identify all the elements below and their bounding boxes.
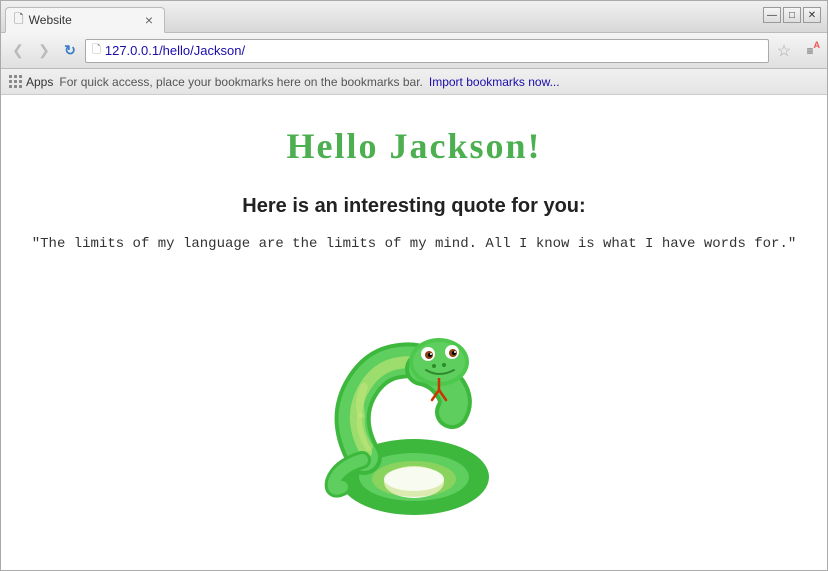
address-url: 127.0.0.1/hello/Jackson/: [105, 43, 245, 58]
page-icon: 🗋: [92, 41, 101, 60]
bookmark-button[interactable]: ☆: [773, 40, 795, 62]
bookmarks-bar: Apps For quick access, place your bookma…: [1, 69, 827, 95]
quote-intro: Here is an interesting quote for you:: [242, 195, 585, 218]
maximize-button[interactable]: □: [783, 7, 801, 23]
page-content: Hello Jackson! Here is an interesting qu…: [1, 95, 827, 570]
tab-close-button[interactable]: ×: [142, 13, 156, 27]
hello-heading: Hello Jackson!: [286, 125, 541, 167]
star-icon: ☆: [777, 41, 791, 61]
apps-grid-icon: [9, 75, 23, 89]
chrome-menu-button[interactable]: ≡ A: [799, 40, 821, 62]
snake-image: [304, 282, 524, 522]
forward-icon: ❯: [38, 42, 50, 59]
window-controls: — □ ✕: [763, 7, 821, 23]
back-button[interactable]: ❮: [7, 40, 29, 62]
apps-label: Apps: [26, 75, 53, 89]
minimize-button[interactable]: —: [763, 7, 781, 23]
refresh-button[interactable]: ↻: [59, 40, 81, 62]
browser-window: 🗋 Website × — □ ✕ ❮ ❯ ↻ 🗋 127.0.0.1/hell…: [0, 0, 828, 571]
bookmarks-hint: For quick access, place your bookmarks h…: [59, 75, 423, 89]
forward-button[interactable]: ❯: [33, 40, 55, 62]
apps-button[interactable]: Apps: [9, 75, 53, 89]
tab-title: Website: [29, 13, 136, 27]
import-bookmarks-link[interactable]: Import bookmarks now...: [429, 75, 560, 89]
address-bar[interactable]: 🗋 127.0.0.1/hello/Jackson/: [85, 39, 769, 63]
nav-bar: ❮ ❯ ↻ 🗋 127.0.0.1/hello/Jackson/ ☆ ≡ A: [1, 33, 827, 69]
refresh-icon: ↻: [64, 42, 76, 59]
quote-text: "The limits of my language are the limit…: [32, 236, 797, 252]
close-button[interactable]: ✕: [803, 7, 821, 23]
back-icon: ❮: [12, 42, 24, 59]
tab-page-icon: 🗋: [14, 10, 24, 31]
title-bar: 🗋 Website × — □ ✕: [1, 1, 827, 33]
menu-icon: ≡: [806, 44, 813, 58]
browser-tab[interactable]: 🗋 Website ×: [5, 7, 165, 33]
menu-badge: A: [814, 40, 821, 50]
